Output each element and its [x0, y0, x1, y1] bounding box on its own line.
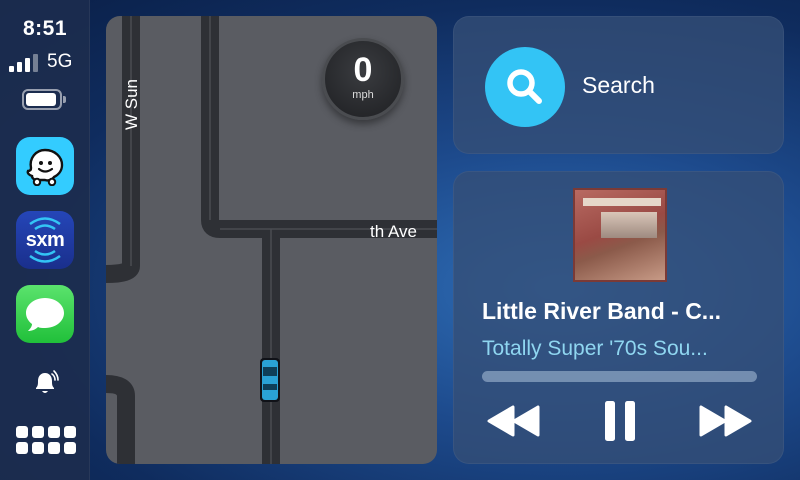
album-art-detail — [601, 212, 657, 238]
search-icon — [507, 69, 542, 104]
messages-app-button[interactable] — [16, 285, 74, 343]
notifications-button[interactable] — [30, 368, 60, 398]
waze-app-button[interactable] — [16, 137, 74, 195]
search-button[interactable] — [485, 47, 565, 127]
app-grid-icon — [48, 442, 60, 454]
network-type: 5G — [47, 51, 73, 72]
status-time: 8:51 — [22, 17, 68, 40]
playback-progress-bar[interactable] — [482, 371, 757, 382]
pause-button[interactable] — [602, 400, 638, 442]
speed-value: 0 — [353, 51, 373, 89]
app-grid-icon — [48, 426, 60, 438]
sidebar-dock: 8:51 5G sxm — [0, 0, 90, 480]
pause-icon — [605, 401, 635, 441]
search-card[interactable]: Search — [453, 16, 784, 154]
search-label: Search — [582, 72, 655, 98]
cellular-status: 5G — [9, 52, 83, 72]
app-grid-icon — [32, 426, 44, 438]
app-grid-icon — [16, 442, 28, 454]
album-art — [573, 188, 667, 282]
signal-bar — [25, 58, 30, 72]
vehicle-marker — [260, 358, 280, 402]
rewind-button[interactable] — [485, 400, 543, 442]
app-grid-icon — [64, 426, 76, 438]
messages-icon — [26, 298, 64, 331]
street-label: W Sun — [122, 78, 141, 130]
siriusxm-app-button[interactable]: sxm — [16, 211, 74, 269]
rewind-icon — [487, 405, 540, 437]
speed-unit: mph — [352, 89, 374, 101]
fast-forward-button[interactable] — [696, 400, 754, 442]
waze-icon — [26, 148, 64, 186]
siriusxm-label: sxm — [25, 228, 65, 251]
app-grid-icon — [32, 442, 44, 454]
app-grid-icon — [64, 442, 76, 454]
station-name: Totally Super '70s Sou... — [482, 337, 708, 360]
bell-icon — [36, 370, 59, 393]
navigation-map[interactable]: W Sun th Ave 0 mph — [106, 16, 437, 464]
fast-forward-icon — [699, 405, 752, 437]
app-grid-button[interactable] — [16, 426, 76, 458]
signal-bar — [17, 62, 22, 72]
app-grid-icon — [16, 426, 28, 438]
signal-bar — [9, 66, 14, 72]
album-art-detail — [583, 198, 661, 206]
now-playing-card[interactable]: Little River Band - C... Totally Super '… — [453, 171, 784, 464]
signal-bar — [33, 54, 38, 72]
track-title: Little River Band - C... — [482, 298, 721, 324]
battery-icon — [22, 89, 66, 110]
street-label: th Ave — [370, 222, 417, 241]
speedometer: 0 mph — [322, 38, 404, 120]
